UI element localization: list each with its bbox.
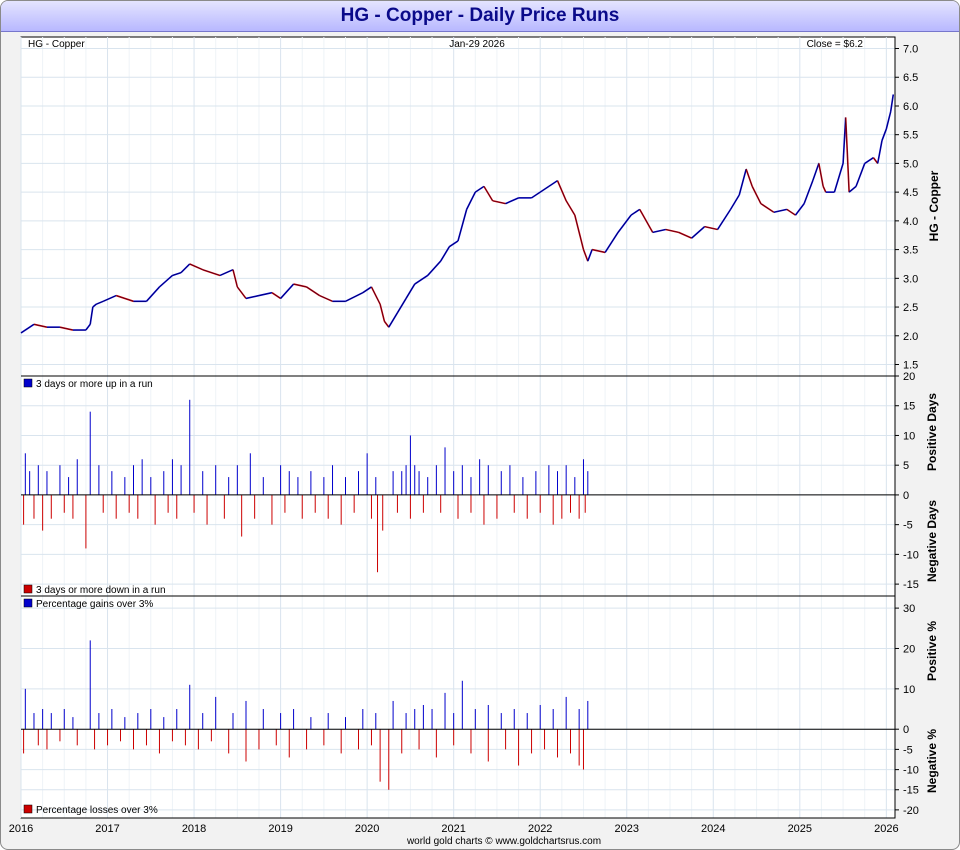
x-tick-label: 2016 <box>9 823 33 835</box>
y-tick-label: 0 <box>903 724 909 736</box>
footer-credit: world gold charts © www.goldchartsrus.co… <box>406 836 601 847</box>
y-tick-label: 20 <box>903 371 915 383</box>
y-tick-label: 1.5 <box>903 360 918 372</box>
y-tick-label: 3.5 <box>903 245 918 257</box>
y-tick-label: 20 <box>903 643 915 655</box>
price-ylabel: HG - Copper <box>927 170 941 241</box>
y-tick-label: 15 <box>903 401 915 413</box>
y-tick-label: 2.0 <box>903 331 918 343</box>
pct-gains-legend-swatch <box>23 598 33 608</box>
x-tick-label: 2022 <box>528 823 552 835</box>
runs-down-legend-swatch <box>23 584 33 594</box>
x-tick-label: 2018 <box>182 823 206 835</box>
runs-up-legend: 3 days or more up in a run <box>36 379 153 390</box>
y-tick-label: 6.5 <box>903 72 918 84</box>
chart-canvas: 2016 2017 2018 2019 2020 2021 2022 2023 2024 2025… <box>9 36 941 847</box>
y-tick-label: 0 <box>903 490 909 502</box>
pct-ylabel-top: Positive % <box>925 621 939 681</box>
y-tick-label: -10 <box>903 549 919 561</box>
y-tick-label: -15 <box>903 785 919 797</box>
price-header-left: HG - Copper <box>28 39 85 50</box>
y-tick-label: -15 <box>903 579 919 591</box>
y-tick-label: 5 <box>903 460 909 472</box>
y-tick-label: -5 <box>903 744 913 756</box>
pct-gains-legend: Percentage gains over 3% <box>36 599 153 610</box>
y-tick-label: 5.0 <box>903 158 918 170</box>
x-tick-label: 2019 <box>268 823 292 835</box>
runs-ylabel-top: Positive Days <box>925 393 939 471</box>
runs-up-legend-swatch <box>23 378 33 388</box>
price-header-center: Jan-29 2026 <box>449 39 505 50</box>
x-tick-label: 2023 <box>615 823 639 835</box>
y-tick-label: -5 <box>903 520 913 532</box>
y-tick-label: 10 <box>903 684 915 696</box>
y-tick-label: 4.0 <box>903 216 918 228</box>
x-tick-label: 2025 <box>788 823 812 835</box>
x-tick-label: 2020 <box>355 823 379 835</box>
pct-losses-legend-swatch <box>23 804 33 814</box>
x-tick-label: 2021 <box>441 823 465 835</box>
plot-background <box>20 36 896 819</box>
price-header-right: Close = $6.2 <box>807 39 864 50</box>
chart-window: HG - Copper - Daily Price Runs 2016 2017 2… <box>0 0 960 850</box>
pct-losses-legend: Percentage losses over 3% <box>36 805 158 816</box>
y-tick-label: 4.5 <box>903 187 918 199</box>
y-tick-label: 6.0 <box>903 101 918 113</box>
pct-ylabel-bottom: Negative % <box>925 729 939 793</box>
y-tick-label: 2.5 <box>903 302 918 314</box>
x-tick-label: 2026 <box>874 823 898 835</box>
y-tick-label: -20 <box>903 805 919 817</box>
y-tick-label: 5.5 <box>903 130 918 142</box>
y-tick-label: -10 <box>903 765 919 777</box>
x-tick-label: 2017 <box>95 823 119 835</box>
runs-down-legend: 3 days or more down in a run <box>36 585 166 596</box>
x-tick-label: 2024 <box>701 823 725 835</box>
y-tick-label: 3.0 <box>903 273 918 285</box>
y-tick-label: 10 <box>903 430 915 442</box>
y-tick-label: 7.0 <box>903 43 918 55</box>
y-tick-label: 30 <box>903 603 915 615</box>
runs-ylabel-bottom: Negative Days <box>925 500 939 582</box>
